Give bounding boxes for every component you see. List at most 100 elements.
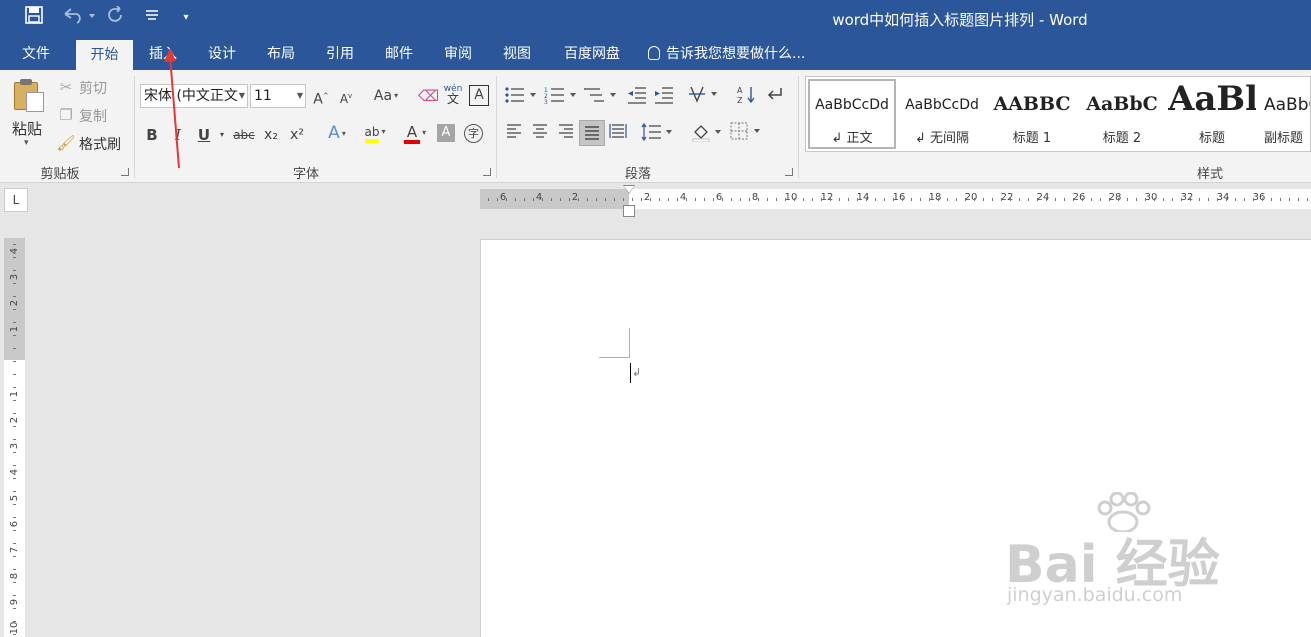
font-size-combo[interactable]: 11 ▼ <box>250 84 306 108</box>
font-size-dropdown-icon[interactable]: ▼ <box>297 85 303 107</box>
tab-mailings[interactable]: 邮件 <box>373 38 425 70</box>
ruler-minor-tick <box>875 198 876 201</box>
tell-me-search[interactable]: 告诉我您想要做什么... <box>648 38 805 70</box>
justify-icon[interactable] <box>579 120 605 146</box>
line-spacing-icon[interactable] <box>640 122 676 146</box>
numbering-icon[interactable]: 123 <box>543 86 581 109</box>
vertical-ruler[interactable]: 4 3 2 1 1 2 3 4 5 6 7 8 9 10 <box>4 238 25 637</box>
tab-design[interactable]: 设计 <box>196 38 248 70</box>
ruler-minor-tick <box>13 309 16 310</box>
tab-baidu-netdisk[interactable]: 百度网盘 <box>552 38 632 70</box>
ruler-minor-tick <box>1145 198 1146 201</box>
paragraph-shading-icon[interactable] <box>690 122 726 147</box>
tab-home[interactable]: 开始 <box>76 40 133 70</box>
horizontal-ruler[interactable]: 864224681012141618202224262830323436 <box>480 189 1311 209</box>
ruler-minor-tick <box>13 348 16 349</box>
align-left-icon[interactable] <box>505 123 523 144</box>
ruler-minor-tick <box>1244 198 1245 201</box>
margin-crop-mark <box>599 357 629 358</box>
tab-insert[interactable]: 插入 <box>137 38 189 70</box>
tab-layout[interactable]: 布局 <box>255 38 307 70</box>
style-normal[interactable]: AaBbCcDd ↲ 正文 <box>808 79 896 149</box>
font-name-dropdown-icon[interactable]: ▼ <box>239 85 245 107</box>
paste-button[interactable]: 粘贴 <box>12 118 42 139</box>
copy-button[interactable]: 复制 <box>79 106 107 126</box>
multilevel-list-icon[interactable] <box>583 86 621 109</box>
paste-icon[interactable] <box>12 78 46 112</box>
style-heading-2[interactable]: AaBbC 标题 2 <box>1078 79 1166 149</box>
highlight-color-icon[interactable]: ab ▾ <box>356 122 394 143</box>
phonetic-guide-icon[interactable]: wén 文 <box>443 84 463 106</box>
style-title[interactable]: AaBl 标题 <box>1168 79 1256 149</box>
align-center-icon[interactable] <box>531 123 549 144</box>
ruler-minor-tick <box>974 198 975 201</box>
ruler-minor-tick <box>920 198 921 201</box>
character-shading-icon[interactable]: A <box>437 124 455 142</box>
first-line-indent-marker[interactable] <box>624 186 634 193</box>
paragraph-launcher-icon[interactable] <box>785 168 793 176</box>
underline-dropdown-icon[interactable]: ▾ <box>216 125 228 145</box>
touch-mode-icon[interactable] <box>140 6 164 30</box>
style-no-spacing[interactable]: AaBbCcDd ↲ 无间隔 <box>898 79 986 149</box>
undo-icon[interactable] <box>58 6 98 30</box>
text-effects-icon[interactable]: A ▾ <box>322 123 352 144</box>
style-heading-1[interactable]: AABBC 标题 1 <box>988 79 1076 149</box>
shrink-font-icon[interactable]: Av <box>337 86 355 109</box>
tab-review[interactable]: 审阅 <box>432 38 484 70</box>
tab-stop-selector[interactable]: L <box>4 188 28 212</box>
save-icon[interactable] <box>22 6 46 30</box>
ruler-minor-tick <box>902 198 903 201</box>
tab-file[interactable]: 文件 <box>8 38 64 70</box>
ruler-minor-tick <box>1046 198 1047 201</box>
ruler-minor-tick <box>1010 198 1011 201</box>
ruler-minor-tick <box>13 478 16 479</box>
ruler-tick-label: 28 <box>1108 192 1122 203</box>
format-painter-button[interactable]: 格式刷 <box>79 134 121 154</box>
enclose-characters-icon[interactable]: 字 <box>464 124 483 143</box>
ruler-minor-tick <box>13 517 16 518</box>
ruler-minor-tick <box>722 198 723 201</box>
ruler-minor-tick <box>1253 198 1254 201</box>
ruler-tick-label: 14 <box>856 192 870 203</box>
cut-button[interactable]: 剪切 <box>79 78 107 98</box>
left-indent-marker[interactable] <box>623 205 635 217</box>
ruler-minor-tick <box>938 198 939 201</box>
clear-formatting-icon[interactable]: ⌫ <box>418 86 439 106</box>
bold-button[interactable]: B <box>144 125 160 145</box>
ruler-minor-tick <box>13 465 16 466</box>
grow-font-icon[interactable]: A^ <box>312 86 330 110</box>
tab-references[interactable]: 引用 <box>314 38 366 70</box>
underline-button[interactable]: U <box>196 125 212 145</box>
italic-button[interactable]: I <box>170 125 186 145</box>
paste-dropdown-icon[interactable]: ▾ <box>24 138 29 148</box>
ruler-tick-label: 24 <box>1036 192 1050 203</box>
asian-layout-icon[interactable] <box>688 85 724 109</box>
decrease-indent-icon[interactable] <box>626 86 648 109</box>
ruler-minor-tick <box>1073 198 1074 201</box>
sort-icon[interactable]: AZ <box>737 85 757 110</box>
increase-indent-icon[interactable] <box>653 86 675 109</box>
show-formatting-marks-icon[interactable] <box>765 85 785 108</box>
redo-icon[interactable] <box>104 5 128 30</box>
style-subtitle[interactable]: AaBbC 副标题 <box>1258 79 1310 149</box>
subscript-button[interactable]: x₂ <box>260 125 282 145</box>
superscript-button[interactable]: x² <box>286 125 308 145</box>
font-launcher-icon[interactable] <box>483 168 491 176</box>
ruler-minor-tick <box>13 257 16 258</box>
ruler-minor-tick <box>515 198 516 201</box>
borders-icon[interactable] <box>729 122 765 145</box>
font-color-icon[interactable]: A ▾ <box>396 122 434 144</box>
align-right-icon[interactable] <box>557 123 575 144</box>
font-name-combo[interactable]: 宋体 (中文正文 ▼ <box>140 84 248 108</box>
customize-qat-icon[interactable]: ▾ <box>178 6 194 30</box>
strikethrough-button[interactable]: abc <box>232 125 256 145</box>
tab-view[interactable]: 视图 <box>491 38 543 70</box>
ruler-minor-tick <box>13 322 16 323</box>
character-border-icon[interactable]: A <box>469 85 489 106</box>
bullets-icon[interactable] <box>503 86 541 109</box>
change-case-icon[interactable]: Aa ▾ <box>370 86 402 106</box>
ruler-minor-tick <box>1280 198 1281 201</box>
ruler-minor-tick <box>560 198 561 201</box>
clipboard-launcher-icon[interactable] <box>121 168 129 176</box>
distributed-icon[interactable] <box>608 123 628 144</box>
